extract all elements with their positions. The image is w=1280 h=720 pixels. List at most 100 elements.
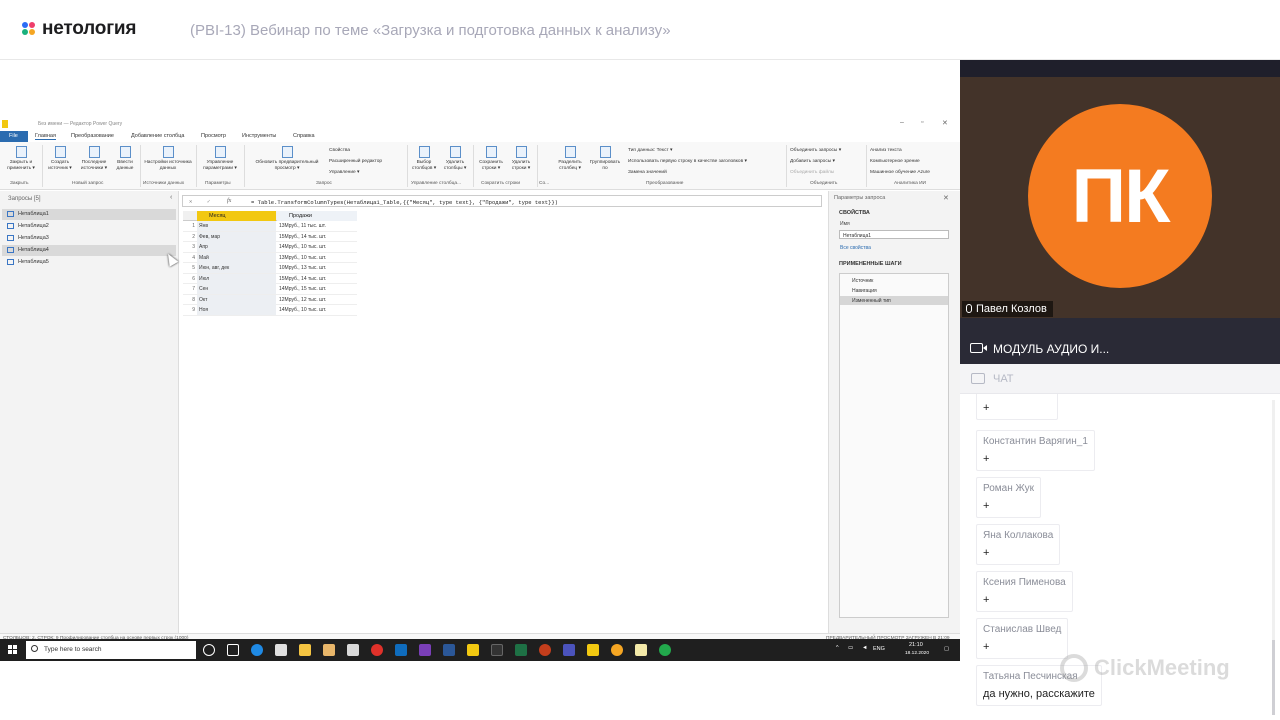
onenote-icon[interactable] <box>419 644 431 656</box>
message-text: + <box>983 402 990 414</box>
tab-home[interactable]: Главная <box>35 133 56 140</box>
table-row[interactable]: 5 Июн, авг, дек 10Мруб., 13 тыс. шт. <box>183 263 357 274</box>
table-row[interactable]: 4 Май 13Мруб., 10 тыс. шт. <box>183 252 357 263</box>
powerpoint-icon[interactable] <box>539 644 551 656</box>
ribbon-separator <box>866 145 867 187</box>
tab-transform[interactable]: Преобразование <box>71 133 114 139</box>
cancel-formula-icon[interactable]: ✕ <box>189 198 192 205</box>
close-icon[interactable]: ✕ <box>942 119 948 127</box>
windows-start-icon[interactable] <box>8 645 17 654</box>
split-column-button[interactable]: Разделить столбец ▾ <box>554 146 586 172</box>
edge-icon[interactable] <box>251 644 263 656</box>
table-row[interactable]: 7 Сен 14Мруб., 15 тыс. шт. <box>183 284 357 295</box>
minimize-icon[interactable]: – <box>900 119 904 126</box>
notes-icon[interactable] <box>635 644 647 656</box>
tab-tools[interactable]: Инструменты <box>242 133 276 139</box>
app-icon-3[interactable] <box>659 644 671 656</box>
replace-values-button[interactable]: Замена значений <box>628 170 667 175</box>
store-icon[interactable] <box>275 644 287 656</box>
group-by-button[interactable]: Группировать по <box>588 146 622 172</box>
outlook-icon[interactable] <box>395 644 407 656</box>
teams-icon[interactable] <box>563 644 575 656</box>
azure-ml-button[interactable]: Машинное обучение Azure <box>870 170 930 175</box>
tab-help[interactable]: Справка <box>293 133 315 139</box>
chat-scrollbar[interactable] <box>1272 400 1275 715</box>
data-type-dropdown[interactable]: Тип данных: Текст ▾ <box>628 148 672 153</box>
combine-files-button[interactable]: Объединить файлы <box>790 170 834 175</box>
tray-time[interactable]: 21:10 <box>909 642 923 648</box>
advanced-editor-button[interactable]: Расширенный редактор <box>329 159 382 164</box>
tray-sound-icon[interactable]: ◄ <box>862 645 867 651</box>
app-icon-2[interactable] <box>611 644 623 656</box>
tab-file[interactable]: File <box>0 131 28 142</box>
close-apply-button[interactable]: Закрыть и применить ▾ <box>4 146 38 172</box>
explorer-icon[interactable] <box>299 644 311 656</box>
reader-icon[interactable] <box>347 644 359 656</box>
taskbar-search[interactable]: Type here to search <box>26 641 196 659</box>
query-item[interactable]: Нетаблица2 <box>2 221 176 232</box>
excel-icon[interactable] <box>515 644 527 656</box>
chat-scroll-thumb[interactable] <box>1272 640 1275 715</box>
maximize-icon[interactable]: ▫ <box>921 119 923 126</box>
query-item[interactable]: Нетаблица3 <box>2 233 176 244</box>
column-header-sales[interactable]: Продажи <box>277 211 357 221</box>
table-row[interactable]: 3 Апр 14Мруб., 10 тыс. шт. <box>183 242 357 253</box>
column-header-month[interactable]: Месяц <box>197 211 276 221</box>
column-name: Месяц <box>209 213 226 219</box>
query-item[interactable]: Нетаблица4 <box>2 245 176 256</box>
properties-button[interactable]: Свойства <box>329 148 350 153</box>
cortana-icon[interactable] <box>203 644 215 656</box>
table-row[interactable]: 6 Июл 15Мруб., 14 тыс. шт. <box>183 273 357 284</box>
recent-sources-icon <box>88 146 100 158</box>
query-item[interactable]: Нетаблица1 <box>2 209 176 220</box>
chat-header[interactable]: ЧАТ <box>960 364 1280 394</box>
notifications-icon[interactable]: ▢ <box>944 646 949 652</box>
task-view-icon[interactable] <box>227 644 239 656</box>
text-analytics-button[interactable]: Анализ текста <box>870 148 902 153</box>
merge-queries-button[interactable]: Объединить запросы ▾ <box>790 148 841 153</box>
step-item[interactable]: Измененный тип <box>840 296 948 305</box>
tray-date[interactable]: 18.12.2020 <box>905 651 929 656</box>
keep-rows-button[interactable]: Сохранить строки ▾ <box>476 146 506 172</box>
app-icon[interactable] <box>323 644 335 656</box>
table-row[interactable]: 2 Фев, мар 15Мруб., 14 тыс. шт. <box>183 231 357 242</box>
table-row[interactable]: 1 Янв 13Мруб., 11 тыс. шт. <box>183 221 357 232</box>
collapse-icon[interactable]: ‹ <box>170 194 172 201</box>
query-item[interactable]: Нетаблица5 <box>2 257 176 268</box>
query-name-field[interactable]: Нетаблица1 <box>839 230 949 239</box>
step-item[interactable]: Навигация <box>840 286 948 295</box>
choose-columns-button[interactable]: Выбор столбцов ▾ <box>410 146 438 172</box>
new-source-button[interactable]: Создать источник ▾ <box>45 146 75 172</box>
tab-view[interactable]: Просмотр <box>201 133 226 139</box>
ribbon-separator <box>42 145 43 187</box>
data-source-settings-button[interactable]: Настройки источника данных <box>143 146 193 172</box>
refresh-preview-button[interactable]: Обновить предварительный просмотр ▾ <box>247 146 327 172</box>
manage-params-button[interactable]: Управление параметрами ▾ <box>199 146 241 172</box>
step-item[interactable]: Источник <box>840 276 948 285</box>
tab-add-column[interactable]: Добавление столбца <box>131 133 184 139</box>
powerbi-taskbar-icon[interactable] <box>467 644 479 656</box>
remove-rows-button[interactable]: Удалить строки ▾ <box>508 146 534 172</box>
use-first-row-button[interactable]: Использовать первую строку в качестве за… <box>628 159 747 164</box>
table-row[interactable]: 8 Окт 12Мруб., 12 тыс. шт. <box>183 294 357 305</box>
module-bar[interactable]: МОДУЛЬ АУДИО И... <box>960 318 1280 364</box>
manage-button[interactable]: Управление ▾ <box>329 170 359 175</box>
yandex-icon[interactable] <box>371 644 383 656</box>
tray-lang[interactable]: ENG <box>873 646 885 652</box>
accept-formula-icon[interactable]: ✓ <box>207 198 210 205</box>
terminal-icon[interactable] <box>491 644 503 656</box>
table-row[interactable]: 9 Ноя 14Мруб., 10 тыс. шт. <box>183 305 357 316</box>
formula-bar[interactable]: ✕ ✓ fx = Table.TransformColumnTypes(Нета… <box>182 195 822 207</box>
powerbi-taskbar-icon-2[interactable] <box>587 644 599 656</box>
all-properties-link[interactable]: Все свойства <box>840 245 871 251</box>
append-queries-button[interactable]: Добавить запросы ▾ <box>790 159 835 164</box>
close-pane-icon[interactable]: ✕ <box>943 194 949 202</box>
remove-columns-button[interactable]: Удалить столбцы ▾ <box>440 146 470 172</box>
word-icon[interactable] <box>443 644 455 656</box>
enter-data-button[interactable]: Ввести данные <box>113 146 137 172</box>
vision-button[interactable]: Компьютерное зрение <box>870 159 920 164</box>
recent-sources-button[interactable]: Последние источники ▾ <box>77 146 111 172</box>
tray-chevron-icon[interactable]: ^ <box>836 645 839 651</box>
tray-network-icon[interactable]: ▭ <box>848 645 853 651</box>
netology-logo[interactable]: нетология <box>22 18 136 40</box>
